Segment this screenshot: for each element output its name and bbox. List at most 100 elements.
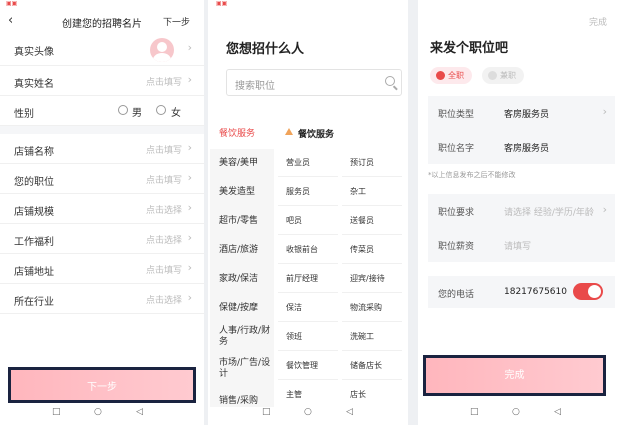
field-hint: 点击选择 xyxy=(145,236,182,246)
position-item[interactable]: 物流采购 xyxy=(342,293,402,322)
category-item[interactable]: 家政/保洁 xyxy=(210,265,274,294)
position-item[interactable]: 餐饮管理 xyxy=(278,351,338,380)
position-item[interactable]: 前厅经理 xyxy=(278,264,338,293)
shop-size-row[interactable]: 店铺规模 点击选择 › xyxy=(0,194,204,224)
position-item[interactable]: 迎宾/接待 xyxy=(342,264,402,293)
industry-row[interactable]: 所在行业 点击选择 › xyxy=(0,284,204,314)
chevron-right-icon: › xyxy=(602,203,607,216)
status-icons: ▣▣ xyxy=(6,0,18,7)
category-item[interactable]: 酒店/旅游 xyxy=(210,236,274,265)
job-detail-card: 职位要求 请选择 经验/学历/年龄 › 职位薪资 请填写 xyxy=(428,194,615,262)
done-button[interactable]: 完成 xyxy=(423,355,606,396)
nav-back-icon[interactable]: ◁ xyxy=(346,407,353,417)
chevron-right-icon: › xyxy=(187,291,192,304)
requirement-row[interactable]: 职位要求 请选择 经验/学历/年龄 › xyxy=(428,194,615,228)
nav-circle-icon[interactable]: ○ xyxy=(94,407,102,417)
position-item[interactable]: 洗碗工 xyxy=(342,322,402,351)
field-label: 您的职位 xyxy=(14,177,54,188)
category-item[interactable]: 美发造型 xyxy=(210,178,274,207)
avatar-row[interactable]: 真实头像 › xyxy=(0,34,204,66)
chevron-right-icon: › xyxy=(602,105,607,118)
job-category-screen: ▣▣ 您想招什么人 搜索职位 餐饮服务 美容/美甲 美发造型 超市/零售 酒店/… xyxy=(210,0,408,425)
field-label: 您的电话 xyxy=(438,290,475,300)
category-item[interactable]: 人事/行政/财务 xyxy=(210,323,274,355)
position-row[interactable]: 您的职位 点击填写 › xyxy=(0,164,204,194)
tag-parttime[interactable]: 兼职 xyxy=(482,67,524,84)
panel-divider xyxy=(204,0,208,425)
position-item[interactable]: 预订员 xyxy=(342,148,402,177)
chevron-right-icon: › xyxy=(187,41,192,54)
phone-value: 18217675610 xyxy=(504,287,567,297)
chevron-right-icon: › xyxy=(187,261,192,274)
field-hint: 点击选择 xyxy=(145,206,182,216)
position-item[interactable]: 杂工 xyxy=(342,177,402,206)
field-label: 店铺规模 xyxy=(14,207,54,218)
next-step-link[interactable]: 下一步 xyxy=(163,15,190,28)
tag-fulltime[interactable]: 全职 xyxy=(430,67,472,84)
status-icons: ▣▣ xyxy=(216,0,228,7)
notice-text: *以上信息发布之后不能修改 xyxy=(428,171,516,179)
search-input[interactable]: 搜索职位 xyxy=(226,69,402,96)
position-item[interactable]: 吧员 xyxy=(278,206,338,235)
position-item[interactable]: 营业员 xyxy=(278,148,338,177)
avatar[interactable] xyxy=(150,38,174,62)
category-item[interactable]: 美容/美甲 xyxy=(210,149,274,178)
position-item[interactable]: 收银前台 xyxy=(278,235,338,264)
nav-circle-icon[interactable]: ○ xyxy=(304,407,312,417)
category-item[interactable]: 超市/零售 xyxy=(210,207,274,236)
field-hint: 点击填写 xyxy=(145,146,182,156)
benefits-row[interactable]: 工作福利 点击选择 › xyxy=(0,224,204,254)
name-row[interactable]: 真实姓名 点击填写 › xyxy=(0,66,204,96)
category-item[interactable]: 市场/广告/设计 xyxy=(210,355,274,387)
position-item[interactable]: 送餐员 xyxy=(342,206,402,235)
panel-divider xyxy=(408,0,418,425)
position-item[interactable]: 服务员 xyxy=(278,177,338,206)
search-placeholder: 搜索职位 xyxy=(235,81,275,92)
radio-male[interactable] xyxy=(118,105,128,115)
position-item[interactable]: 保洁 xyxy=(278,293,338,322)
shop-name-row[interactable]: 店铺名称 点击填写 › xyxy=(0,134,204,164)
nav-square-icon[interactable]: □ xyxy=(470,407,479,417)
field-label: 工作福利 xyxy=(14,237,54,248)
field-hint: 请填写 xyxy=(504,242,532,252)
job-name-row[interactable]: 职位名字 客房服务员 xyxy=(428,130,615,164)
page-title: 您想招什么人 xyxy=(226,42,305,57)
field-label: 性别 xyxy=(14,109,34,120)
tag-label: 全职 xyxy=(448,71,464,80)
nav-back-icon[interactable]: ◁ xyxy=(136,407,143,417)
tag-label: 兼职 xyxy=(500,71,516,80)
position-item[interactable]: 主管 xyxy=(278,380,338,409)
radio-female[interactable] xyxy=(156,105,166,115)
category-item[interactable]: 餐饮服务 xyxy=(210,120,274,149)
next-step-button[interactable]: 下一步 xyxy=(8,367,196,403)
field-hint: 点击填写 xyxy=(145,266,182,276)
nav-square-icon[interactable]: □ xyxy=(262,407,271,417)
shop-address-row[interactable]: 店铺地址 点击填写 › xyxy=(0,254,204,284)
field-hint: 点击选择 xyxy=(145,296,182,306)
done-link[interactable]: 完成 xyxy=(589,15,607,28)
position-item[interactable]: 储备店长 xyxy=(342,351,402,380)
system-nav-bar: □ ○ ◁ xyxy=(210,407,408,421)
chevron-right-icon: › xyxy=(187,201,192,214)
position-item[interactable]: 店长 xyxy=(342,380,402,409)
field-hint: 点击填写 xyxy=(145,176,182,186)
position-item[interactable]: 传菜员 xyxy=(342,235,402,264)
status-bar xyxy=(418,0,625,10)
field-label: 职位名字 xyxy=(438,144,475,154)
category-icon xyxy=(285,128,293,135)
phone-visible-toggle[interactable] xyxy=(573,283,603,300)
field-hint: 点击填写 xyxy=(145,78,182,88)
nav-square-icon[interactable]: □ xyxy=(52,407,61,417)
field-label: 店铺名称 xyxy=(14,147,54,158)
section-gap xyxy=(0,126,204,134)
nav-circle-icon[interactable]: ○ xyxy=(512,407,520,417)
phone-row: 您的电话 18217675610 xyxy=(428,276,615,308)
field-label: 真实姓名 xyxy=(14,79,54,90)
search-icon[interactable] xyxy=(385,76,395,86)
nav-back-icon[interactable]: ◁ xyxy=(554,407,561,417)
salary-row[interactable]: 职位薪资 请填写 xyxy=(428,228,615,262)
position-item[interactable]: 领班 xyxy=(278,322,338,351)
post-job-screen: 完成 来发个职位吧 全职 兼职 职位类型 客房服务员 › 职位名字 客房服务员 … xyxy=(418,0,625,425)
job-type-row[interactable]: 职位类型 客房服务员 › xyxy=(428,96,615,130)
category-item[interactable]: 保健/按摩 xyxy=(210,294,274,323)
